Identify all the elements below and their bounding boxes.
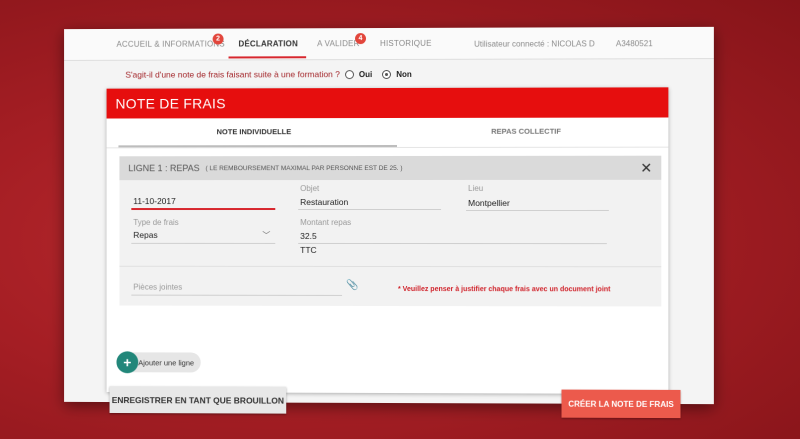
active-tab-indicator [228,56,307,59]
tab-note-individuelle[interactable]: NOTE INDIVIDUELLE [217,127,292,136]
expense-line-header: LIGNE 1 : REPAS ( LE REMBOURSEMENT MAXIM… [119,155,662,181]
question-text: S'agit-il d'une note de frais faisant su… [125,69,340,80]
nav-a-valider[interactable]: A VALIDER [317,39,359,48]
lieu-underline [466,209,609,211]
user-id: A3480521 [615,39,653,49]
date-field[interactable]: 11-10-2017 [133,196,175,206]
type-frais-label: Type de frais [133,217,179,227]
card-title: NOTE DE FRAIS [106,87,669,119]
divider [119,265,662,268]
expense-line-title: LIGNE 1 : REPAS [128,163,200,174]
paperclip-icon[interactable]: 📎 [346,280,358,291]
app-window: ACCUEIL & INFORMATIONS 2 DÉCLARATION A V… [64,26,714,419]
montant-underline [298,242,607,245]
expense-line-note: ( LE REMBOURSEMENT MAXIMAL PAR PERSONNE … [205,164,403,172]
lieu-label: Lieu [468,183,484,193]
lieu-field[interactable]: Montpellier [468,198,510,208]
type-frais-underline [131,242,276,244]
chevron-down-icon[interactable]: ﹀ [262,230,270,241]
notification-badge: 2 [212,33,224,45]
save-draft-button[interactable]: ENREGISTRER EN TANT QUE BROUILLON [109,386,287,414]
radio-non-label: Non [396,69,412,79]
tab-bar: NOTE INDIVIDUELLE REPAS COLLECTIF [106,117,669,149]
add-line-label: Ajouter une ligne [138,357,195,367]
plus-icon: + [116,351,139,374]
nav-historique[interactable]: HISTORIQUE [380,39,432,48]
date-underline [131,208,276,210]
expense-line: LIGNE 1 : REPAS ( LE REMBOURSEMENT MAXIM… [119,155,662,307]
top-navigation: ACCUEIL & INFORMATIONS 2 DÉCLARATION A V… [64,26,714,61]
objet-label: Objet [300,184,320,194]
close-icon[interactable]: ✕ [640,160,652,177]
objet-field[interactable]: Restauration [300,197,348,207]
tab-repas-collectif[interactable]: REPAS COLLECTIF [491,127,561,136]
radio-oui[interactable] [344,69,354,79]
add-line-button[interactable]: + Ajouter une ligne [116,351,202,374]
nav-declaration[interactable]: DÉCLARATION [238,39,298,48]
attachment-warning: * Veuillez penser à justifier chaque fra… [397,286,611,294]
radio-oui-label: Oui [358,69,373,79]
montant-label: Montant repas [300,217,352,227]
objet-underline [298,208,442,211]
type-frais-select[interactable]: Repas [133,230,157,240]
user-info: Utilisateur connecté : NICOLAS D [474,39,595,49]
nav-accueil[interactable]: ACCUEIL & INFORMATIONS [116,40,224,49]
montant-suffix: TTC [300,244,317,255]
formation-question: S'agit-il d'une note de frais faisant su… [125,69,411,80]
notification-badge: 4 [355,33,367,45]
radio-non[interactable] [382,69,392,79]
create-note-button[interactable]: CRÉER LA NOTE DE FRAIS [561,389,681,419]
pieces-jointes-underline [131,294,343,296]
active-tab-underline [118,144,397,148]
note-de-frais-card: NOTE DE FRAIS NOTE INDIVIDUELLE REPAS CO… [106,87,681,419]
montant-field[interactable]: 32.5 [300,231,316,241]
pieces-jointes-input[interactable]: Pièces jointes [133,283,182,292]
